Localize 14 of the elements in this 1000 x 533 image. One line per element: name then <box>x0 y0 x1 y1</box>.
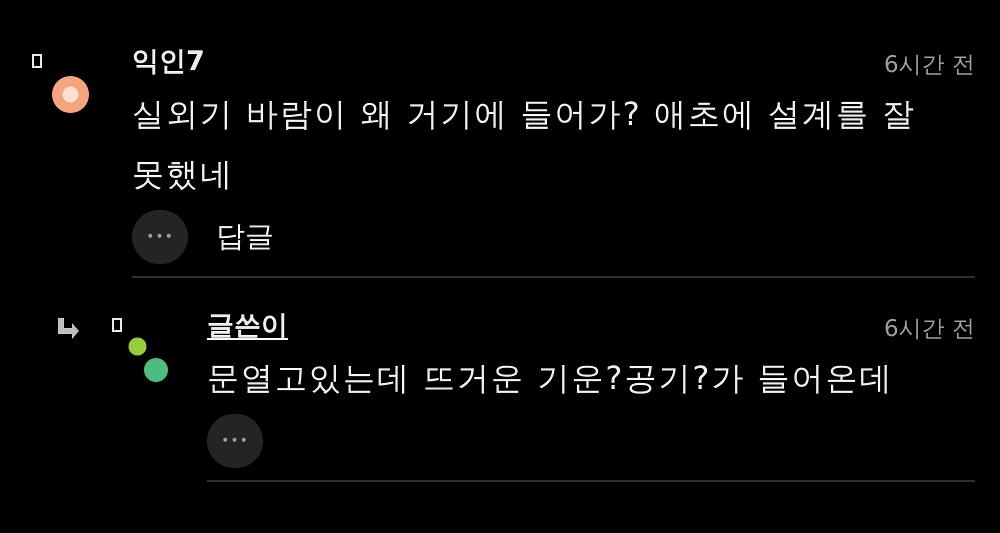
avatar-icon <box>52 76 89 113</box>
timestamp: 6시간 전 <box>884 315 975 344</box>
author-name[interactable]: 익인7 <box>132 44 205 80</box>
comment-text: 문열고있는데 뜨거운 기운?공기?가 들어온데 <box>207 358 894 399</box>
timestamp: 6시간 전 <box>884 51 975 80</box>
square-icon <box>112 318 122 332</box>
more-button[interactable]: ••• <box>132 210 188 264</box>
reply-button[interactable]: 답글 <box>216 215 274 259</box>
reply-arrow-icon <box>56 316 80 340</box>
square-icon <box>32 54 42 68</box>
comment-text: 실외기 바람이 왜 거기에 들어가? 애초에 설계를 잘 못했네 <box>132 94 918 195</box>
avatar-icon <box>128 337 170 383</box>
more-button[interactable]: ••• <box>207 414 263 468</box>
author-name[interactable]: 글쓴이 <box>207 308 288 344</box>
